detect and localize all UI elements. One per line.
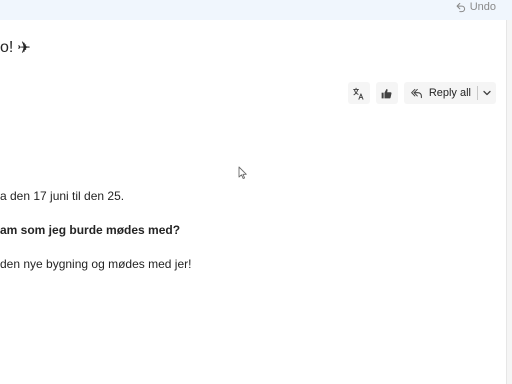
undo-label: Undo (469, 1, 496, 13)
translate-button[interactable] (347, 82, 370, 104)
subject-text: o! (0, 38, 14, 56)
message-subject: o! ✈ (0, 38, 31, 57)
reply-all-label: Reply all (428, 87, 471, 99)
reply-options-button[interactable] (478, 82, 496, 104)
body-line-bold: am som jeg burde mødes med? (0, 223, 181, 237)
airplane-icon: ✈ (17, 38, 31, 57)
vertical-scrollbar[interactable] (506, 20, 512, 384)
top-action-bar: Undo (0, 0, 512, 20)
like-button[interactable] (375, 82, 398, 104)
reply-all-button[interactable]: Reply all (403, 82, 496, 104)
mouse-cursor-icon (238, 166, 247, 179)
message-action-toolbar: Reply all (347, 82, 496, 104)
translate-icon (353, 87, 364, 100)
body-line: den nye bygning og mødes med jer! (0, 257, 192, 271)
undo-button[interactable]: Undo (455, 0, 496, 14)
reply-all-icon (410, 87, 423, 100)
thumbs-up-icon (381, 88, 392, 98)
chevron-down-icon (483, 90, 491, 96)
undo-icon (456, 2, 465, 12)
body-line: a den 17 juni til den 25. (0, 189, 125, 203)
